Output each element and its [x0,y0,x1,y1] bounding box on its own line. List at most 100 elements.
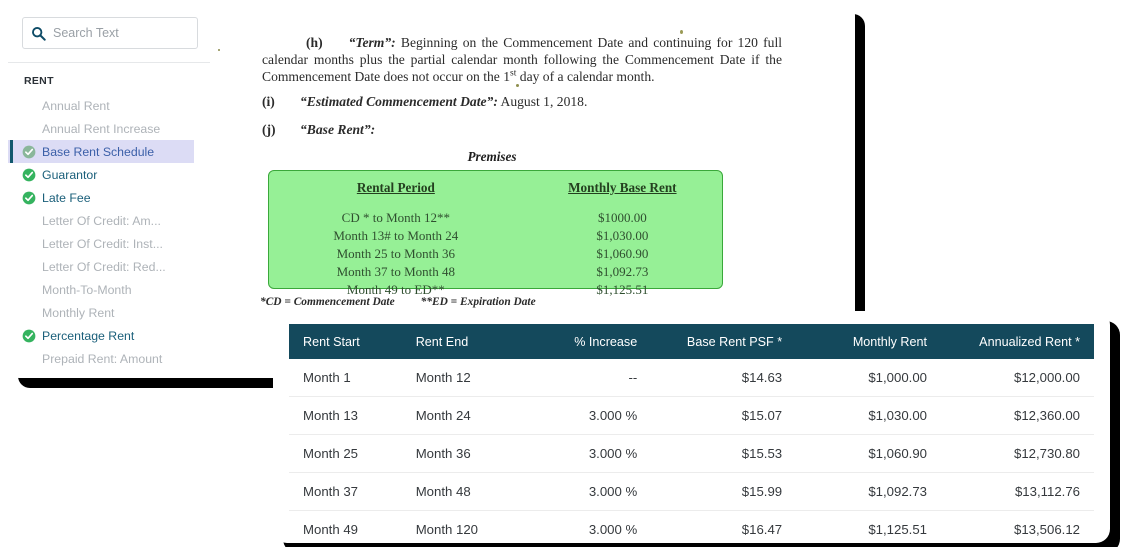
scan-speck [516,84,519,87]
clause-j-label: (j) [262,122,300,139]
footnote-cd: *CD = Commencement Date [260,296,395,308]
table-cell: -- [522,359,651,397]
table-cell: $1,092.73 [796,473,941,511]
table-cell: 3.000 % [522,473,651,511]
rent-table-col-rent-start[interactable]: Rent Start [289,324,402,359]
document-table-body: CD * to Month 12**$1000.00Month 13# to M… [269,209,722,299]
table-cell: $12,360.00 [941,397,1094,435]
sidebar-item-label: Percentage Rent [42,329,134,343]
table-row[interactable]: Month 25Month 363.000 %$15.53$1,060.90$1… [289,435,1094,473]
scan-speck [680,30,683,34]
clause-h-term: “Term”: [349,35,396,50]
table-cell: Month 1 [289,359,402,397]
sidebar-nav-list: Annual Rent Annual Rent Increase Base Rent… [8,94,210,370]
document-table-row: Month 25 to Month 36$1,060.90 [269,245,722,263]
search-icon [31,26,46,41]
rent-table-col-annualized-rent[interactable]: Annualized Rent * [941,324,1094,359]
document-cell-period: Month 37 to Month 48 [269,263,523,281]
document-cell-period: Month 25 to Month 36 [269,245,523,263]
sidebar-item-label: Letter Of Credit: Am... [42,214,161,228]
scan-speck [218,49,220,51]
clause-j-term: “Base Rent”: [300,122,375,137]
table-row[interactable]: Month 13Month 243.000 %$15.07$1,030.00$1… [289,397,1094,435]
rent-table-col-rent-end[interactable]: Rent End [402,324,523,359]
table-cell: $12,730.80 [941,435,1094,473]
sidebar-item-label: Monthly Rent [42,306,114,320]
rent-schedule-panel: Rent StartRent End% IncreaseBase Rent PS… [273,311,1110,543]
sidebar-item-label: Prepaid Rent: Amount [42,352,162,366]
document-cell-rent: $1000.00 [523,209,722,227]
table-row[interactable]: Month 37Month 483.000 %$15.99$1,092.73$1… [289,473,1094,511]
table-cell: $1,030.00 [796,397,941,435]
sidebar-item-label: Base Rent Schedule [42,145,154,159]
clause-i-label: (i) [262,94,300,111]
sidebar-item-letter-of-credit-inst[interactable]: Letter Of Credit: Inst... [8,232,210,255]
table-cell: $1,125.51 [796,511,941,544]
document-table-row: CD * to Month 12**$1000.00 [269,209,722,227]
premises-heading: Premises [262,149,722,165]
table-cell: 3.000 % [522,511,651,544]
sidebar-item-annual-rent-increase[interactable]: Annual Rent Increase [8,117,210,140]
search-input-wrapper[interactable] [22,17,198,49]
table-cell: 3.000 % [522,435,651,473]
clause-i-term: “Estimated Commencement Date”: [300,94,498,109]
table-cell: 3.000 % [522,397,651,435]
search-input[interactable] [53,26,189,40]
document-footnote: *CD = Commencement Date **ED = Expiration… [260,296,536,308]
rent-table-col-increase[interactable]: % Increase [522,324,651,359]
rent-table-header-row: Rent StartRent End% IncreaseBase Rent PS… [289,324,1094,359]
table-cell: Month 24 [402,397,523,435]
sidebar-item-label: Late Fee [42,191,91,205]
table-cell: Month 25 [289,435,402,473]
sidebar-item-label: Annual Rent Increase [42,122,160,136]
sidebar-item-letter-of-credit-red[interactable]: Letter Of Credit: Red... [8,255,210,278]
table-cell: Month 36 [402,435,523,473]
clause-h-label: (h) [306,35,323,50]
table-cell: Month 13 [289,397,402,435]
table-cell: $13,112.76 [941,473,1094,511]
document-cell-rent: $1,125.51 [523,281,722,299]
clause-i: (i)“Estimated Commencement Date”: August… [262,94,792,111]
sidebar-item-percentage-rent[interactable]: Percentage Rent [8,324,210,347]
document-cell-rent: $1,092.73 [523,263,722,281]
document-col-monthly-base-rent: Monthly Base Rent [523,171,722,209]
table-cell: $1,060.90 [796,435,941,473]
table-row[interactable]: Month 1Month 12--$14.63$1,000.00$12,000.… [289,359,1094,397]
sidebar-item-guarantor[interactable]: Guarantor [8,163,210,186]
sidebar-item-monthly-rent[interactable]: Monthly Rent [8,301,210,324]
sidebar-item-annual-rent[interactable]: Annual Rent [8,94,210,117]
sidebar: RENT Annual RentAnnual Rent IncreaseBase… [8,4,211,378]
document-rent-schedule-table: Rental Period Monthly Base Rent CD * to … [269,171,722,299]
sidebar-item-late-fee[interactable]: Late Fee [8,186,210,209]
sidebar-item-label: Letter Of Credit: Red... [42,260,166,274]
check-circle-icon [22,329,36,343]
rent-schedule-table: Rent StartRent End% IncreaseBase Rent PS… [289,324,1094,543]
document-col-rental-period: Rental Period [269,171,523,209]
rent-table-col-monthly-rent[interactable]: Monthly Rent [796,324,941,359]
document-table-row: Month 13# to Month 24$1,030.00 [269,227,722,245]
table-cell: $13,506.12 [941,511,1094,544]
rent-table-col-base-rent-psf[interactable]: Base Rent PSF * [651,324,796,359]
sidebar-item-month-to-month[interactable]: Month-To-Month [8,278,210,301]
check-circle-icon [22,145,36,159]
table-cell: $15.53 [651,435,796,473]
table-cell: Month 12 [402,359,523,397]
sidebar-item-base-rent-schedule[interactable]: Base Rent Schedule [8,140,194,163]
rent-table-body: Month 1Month 12--$14.63$1,000.00$12,000.… [289,359,1094,543]
table-cell: Month 48 [402,473,523,511]
sidebar-item-letter-of-credit-am[interactable]: Letter Of Credit: Am... [8,209,210,232]
table-cell: $16.47 [651,511,796,544]
document-table-row: Month 37 to Month 48$1,092.73 [269,263,722,281]
highlighted-rent-schedule-box: Rental Period Monthly Base Rent CD * to … [268,170,723,289]
table-row[interactable]: Month 49Month 1203.000 %$16.47$1,125.51$… [289,511,1094,544]
table-cell: $1,000.00 [796,359,941,397]
clause-i-body: August 1, 2018. [498,94,588,109]
table-cell: Month 120 [402,511,523,544]
check-circle-icon [22,168,36,182]
table-cell: Month 49 [289,511,402,544]
document-cell-period: CD * to Month 12** [269,209,523,227]
document-cell-rent: $1,030.00 [523,227,722,245]
footnote-ed: **ED = Expiration Date [421,296,536,308]
sidebar-item-prepaid-rent-amount[interactable]: Prepaid Rent: Amount [8,347,210,370]
table-cell: $15.07 [651,397,796,435]
